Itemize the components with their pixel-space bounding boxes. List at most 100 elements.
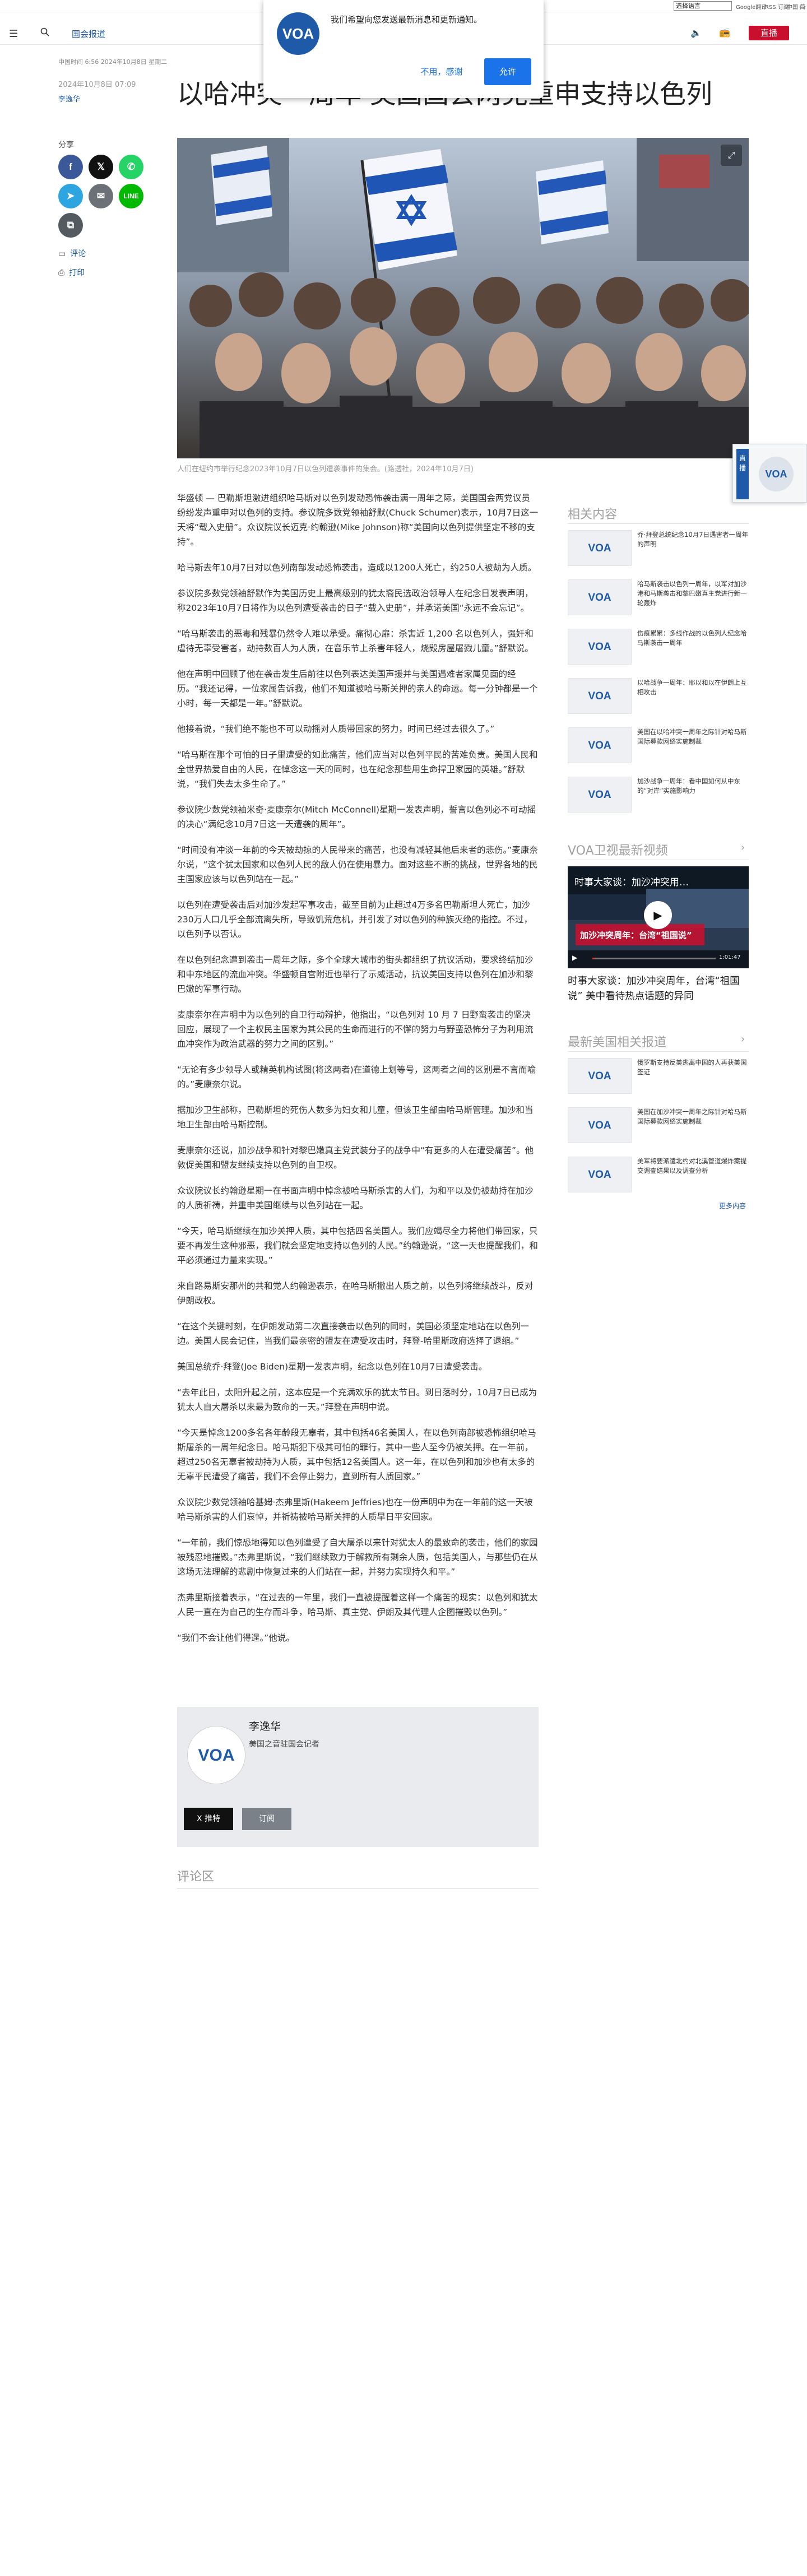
- live-tab[interactable]: 直播: [736, 449, 749, 499]
- paragraph: 美国总统乔·拜登(Joe Biden)星期一发表声明，纪念以色列在10月7日遭受…: [177, 1362, 488, 1372]
- chevron-right-icon[interactable]: ›: [741, 1033, 745, 1045]
- section-link[interactable]: 国会报道: [72, 28, 105, 40]
- related-item-title[interactable]: 乔·拜登总统纪念10月7日遇害者一周年的声明: [637, 530, 749, 549]
- paragraph: “去年此日，太阳升起之前，这本应是一个充满欢乐的犹太节日。到日落时分，10月7日…: [177, 1387, 537, 1412]
- x-follow-button[interactable]: X 推特: [184, 1808, 233, 1830]
- timestamp-line: 中国时间 6:56 2024年10月8日 星期二: [58, 58, 168, 66]
- search-icon[interactable]: [40, 27, 49, 39]
- play-icon[interactable]: ▶: [644, 901, 672, 929]
- related-item-title[interactable]: 美国在以哈冲突一周年之际针对哈马斯国际募款网络实施制裁: [637, 727, 749, 746]
- video-time: 1:01:47: [719, 954, 741, 960]
- author-box: VOA 李逸华 美国之音驻国会记者 X 推特 订阅: [177, 1707, 539, 1847]
- avatar: VOA: [187, 1726, 245, 1784]
- chinese-version-link[interactable]: 中国 简化版: [787, 2, 806, 11]
- copy-link-icon[interactable]: ⧉: [58, 213, 83, 238]
- menu-icon[interactable]: ☰: [9, 28, 18, 40]
- related-heading: 相关内容: [568, 508, 618, 522]
- latest-item-title[interactable]: 美军将要派遣北约对北溪管道爆炸案提交调查结果以及调查分析: [637, 1157, 749, 1176]
- voa-logo-thumb: VOA: [568, 678, 632, 714]
- google-translate-link[interactable]: Google翻译: [736, 2, 767, 11]
- paragraph: “一年前，我们惊恐地得知以色列遭受了自大屠杀以来针对犹太人的最致命的袭击，他们的…: [177, 1538, 538, 1577]
- paragraph: 在以色列纪念遭到袭击一周年之际，多个全球大城市的街头都组织了抗议活动，要求终结加…: [177, 955, 534, 994]
- paragraph: “无论有多少领导人或精英机构试图(将这两者)在道德上划等号，这两者之间的区别是不…: [177, 1065, 536, 1089]
- paragraph: 参议院多数党领袖舒默作为美国历史上最高级别的犹太裔民选政治领导人在纪念日发表声明…: [177, 588, 534, 613]
- author-name[interactable]: 李逸华: [249, 1718, 281, 1733]
- speaker-icon[interactable]: 🔈: [690, 27, 702, 38]
- related-item-title[interactable]: 伤痕累累：多线作战的以色列人纪念哈马斯袭击一周年: [637, 629, 749, 648]
- comment-icon: ▭: [58, 249, 66, 258]
- related-item-title[interactable]: 以哈战争一周年：耶以和以在伊朗上互相攻击: [637, 678, 749, 697]
- print-icon: ⎙: [58, 268, 65, 277]
- paragraph: “在这个关键时刻，在伊朗发动第二次直接袭击以色列的同时，美国必须坚定地站在以色列…: [177, 1321, 530, 1346]
- paragraph: “今天，哈马斯继续在加沙关押人质，其中包括四名美国人。我们应竭尽全力将他们带回家…: [177, 1226, 538, 1265]
- x-icon[interactable]: 𝕏: [89, 155, 113, 179]
- paragraph: 麦康奈尔在声明中为以色列的自卫行动辩护，他指出，“以色列对 10 月 7 日野蛮…: [177, 1010, 534, 1049]
- live-button[interactable]: 直播: [749, 26, 789, 40]
- floating-live-widget[interactable]: 直播 VOA: [732, 444, 807, 503]
- paragraph: 哈马斯去年10月7日对以色列南部发动恐怖袭击，造成以1200人死亡，约250人被…: [177, 563, 537, 573]
- author-role: 美国之音驻国会记者: [249, 1740, 319, 1749]
- print-link[interactable]: ⎙ 打印: [58, 267, 85, 278]
- latest-item[interactable]: VOA 美国在加沙冲突一周年之际针对哈马斯国际募款网络实施制裁: [568, 1107, 749, 1147]
- whatsapp-icon[interactable]: ✆: [119, 155, 143, 179]
- deny-button[interactable]: 不用，感谢: [408, 61, 475, 83]
- related-item[interactable]: VOA 加沙战争一周年：看中国如何从中东的“对岸”实施影响力: [568, 777, 749, 816]
- related-item-title[interactable]: 哈马斯袭击以色列一周年，以军对加沙港和马斯袭击和黎巴嫩真主党进行新一轮轰炸: [637, 579, 749, 608]
- related-item[interactable]: VOA 伤痕累累：多线作战的以色列人纪念哈马斯袭击一周年: [568, 629, 749, 668]
- paragraph: 华盛顿 — 巴勒斯坦激进组织哈马斯对以色列发动恐怖袭击满一周年之际，美国国会两党…: [177, 493, 539, 547]
- paragraph: 来自路易斯安那州的共和党人约翰逊表示，在哈马斯撤出人质之前，以色列将继续战斗，反…: [177, 1281, 534, 1306]
- latest-item-title[interactable]: 美国在加沙冲突一周年之际针对哈马斯国际募款网络实施制裁: [637, 1107, 749, 1126]
- related-item[interactable]: VOA 哈马斯袭击以色列一周年，以军对加沙港和马斯袭击和黎巴嫩真主党进行新一轮轰炸: [568, 579, 749, 619]
- play-small-icon[interactable]: ▶: [572, 954, 577, 962]
- line-icon[interactable]: LINE: [119, 184, 143, 208]
- email-icon[interactable]: ✉: [89, 184, 113, 208]
- video-player[interactable]: 时事大家谈：加沙冲突用… 加沙冲突周年：台湾“祖国说” ▶ ▶ 1:01:47: [568, 866, 749, 968]
- publish-date: 2024年10月8日 07:09: [58, 81, 136, 89]
- latest-item-title[interactable]: 俄罗斯支持反美逃离中国的人再获美国签证: [637, 1058, 749, 1077]
- expand-icon[interactable]: ⤢: [721, 145, 742, 166]
- subscribe-button[interactable]: 订阅: [242, 1808, 291, 1830]
- popup-message: 我们希望向您发送最新消息和更新通知。: [331, 15, 483, 25]
- telegram-icon[interactable]: ➤: [58, 184, 83, 208]
- chevron-right-icon[interactable]: ›: [741, 842, 745, 853]
- paragraph: “哈马斯在那个可怕的日子里遭受的如此痛苦，他们应当对以色列平民的苦难负责。美国人…: [177, 750, 538, 789]
- video-title[interactable]: 时事大家谈：加沙冲突周年，台湾“祖国说” 美中看待热点话题的异同: [568, 974, 749, 1004]
- voa-logo-thumb: VOA: [568, 1107, 632, 1143]
- related-item-title[interactable]: 加沙战争一周年：看中国如何从中东的“对岸”实施影响力: [637, 777, 749, 796]
- related-item[interactable]: VOA 以哈战争一周年：耶以和以在伊朗上互相攻击: [568, 678, 749, 717]
- hero-image: ⤢: [177, 138, 749, 458]
- voa-logo-thumb: VOA: [568, 530, 632, 566]
- paragraph: 以色列在遭受袭击后对加沙发起军事攻击，截至目前为止超过4万多名巴勒斯坦人死亡，加…: [177, 900, 533, 939]
- article-body: 华盛顿 — 巴勒斯坦激进组织哈马斯对以色列发动恐怖袭击满一周年之际，美国国会两党…: [177, 491, 539, 1656]
- paragraph: 麦康奈尔还说，加沙战争和针对黎巴嫩真主党武装分子的战争中“有更多的人在遭受痛苦”…: [177, 1145, 534, 1170]
- paragraph: “我们不会让他们得逞。”他说。: [177, 1633, 295, 1643]
- voa-logo-thumb: VOA: [568, 1157, 632, 1192]
- comment-link[interactable]: ▭ 评论: [58, 248, 86, 259]
- video-badge: 加沙冲突周年：台湾“祖国说”: [580, 930, 692, 940]
- paragraph: “时间没有冲淡一年前的今天被劫掠的人民带来的痛苦，也没有减轻其他后来者的悲伤。”…: [177, 845, 538, 884]
- paragraph: 众议院少数党领袖哈基姆·杰弗里斯(Hakeem Jeffries)也在一份声明中…: [177, 1497, 533, 1522]
- latest-item[interactable]: VOA 俄罗斯支持反美逃离中国的人再获美国签证: [568, 1058, 749, 1097]
- paragraph: 据加沙卫生部称，巴勒斯坦的死伤人数多为妇女和儿童，但该卫生部由哈马斯管理。加沙和…: [177, 1105, 534, 1130]
- voa-logo: VOA: [277, 12, 319, 55]
- related-item[interactable]: VOA 美国在以哈冲突一周年之际针对哈马斯国际募款网络实施制裁: [568, 727, 749, 767]
- paragraph: 参议院少数党领袖米奇·麦康奈尔(Mitch McConnell)星期一发表声明，…: [177, 805, 536, 829]
- paragraph: 众议院议长约翰逊星期一在书面声明中悼念被哈马斯杀害的人们，为和平以及仍被劫持在加…: [177, 1186, 534, 1210]
- paragraph: “哈马斯袭击的恶毒和残暴仍然令人难以承受。痛彻心扉：杀害近 1,200 名以色列…: [177, 629, 534, 653]
- language-select[interactable]: 选择语言: [674, 1, 732, 11]
- image-caption: 人们在纽约市举行纪念2023年10月7日以色列遭袭事件的集会。(路透社，2024…: [177, 465, 474, 474]
- rss-link[interactable]: RSS 订阅: [765, 2, 789, 11]
- related-item[interactable]: VOA 乔·拜登总统纪念10月7日遇害者一周年的声明: [568, 530, 749, 569]
- allow-button[interactable]: 允许: [484, 58, 531, 85]
- author-link[interactable]: 李逸华: [58, 93, 80, 104]
- voa-logo-thumb: VOA: [568, 1058, 632, 1094]
- paragraph: 杰弗里斯接着表示，“在过去的一年里，我们一直被提醒着这样一个痛苦的现实：以色列和…: [177, 1593, 538, 1617]
- paragraph: “今天是悼念1200多名各年龄段无辜者，其中包括46名美国人，在以色列南部被恐怖…: [177, 1428, 536, 1482]
- radio-icon[interactable]: 📻: [719, 27, 730, 38]
- facebook-icon[interactable]: f: [58, 155, 83, 179]
- more-link[interactable]: 更多内容: [719, 1201, 746, 1210]
- latest-item[interactable]: VOA 美军将要派遣北约对北溪管道爆炸案提交调查结果以及调查分析: [568, 1157, 749, 1196]
- divider: [568, 523, 749, 524]
- notification-popup: VOA 我们希望向您发送最新消息和更新通知。 不用，感谢 允许: [263, 0, 544, 98]
- voa-logo-thumb: VOA: [568, 727, 632, 763]
